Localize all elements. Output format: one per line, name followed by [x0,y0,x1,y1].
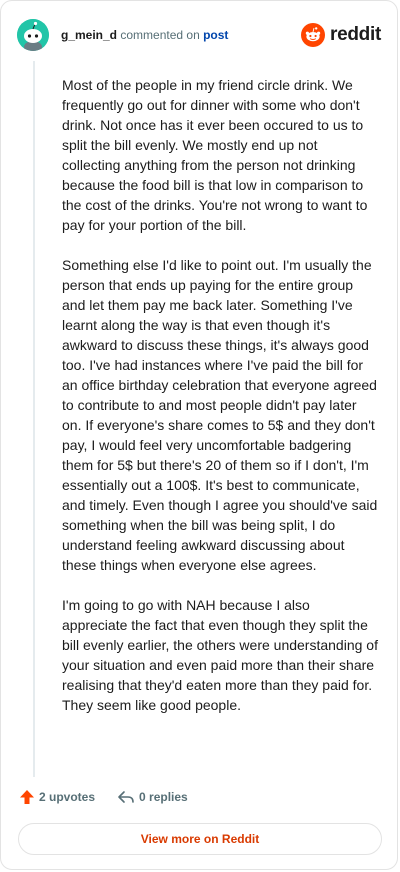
reply-count: 0 replies [139,790,188,804]
upvote-count: 2 upvotes [39,790,96,804]
avatar[interactable] [17,19,49,51]
comment-card: g_mein_d commented on post reddit Most o… [0,0,398,870]
comment-actions: 2 upvotes 0 replies [19,789,188,805]
username-link[interactable]: g_mein_d [61,28,117,42]
reddit-wordmark: reddit [330,24,381,45]
reddit-brand[interactable]: reddit [301,23,381,47]
thread-line [33,61,35,777]
view-more-button[interactable]: View more on Reddit [18,823,382,855]
comment-paragraph: I'm going to go with NAH because I also … [62,597,378,713]
comment-paragraph: Something else I'd like to point out. I'… [62,257,378,573]
commented-on-text: commented on [120,28,200,42]
post-link[interactable]: post [203,28,228,42]
comment-body: Most of the people in my friend circle d… [62,75,378,735]
reddit-logo-icon [301,23,326,47]
upvote-button[interactable]: 2 upvotes [19,789,95,805]
snoo-avatar-icon [17,19,49,51]
comment-paragraph: Most of the people in my friend circle d… [62,77,368,233]
comment-meta: g_mein_d commented on post [61,28,228,42]
upvote-arrow-icon [20,790,34,804]
reply-button[interactable]: 0 replies [117,789,188,805]
reply-arrow-icon [118,791,134,803]
comment-header: g_mein_d commented on post reddit [17,17,381,53]
